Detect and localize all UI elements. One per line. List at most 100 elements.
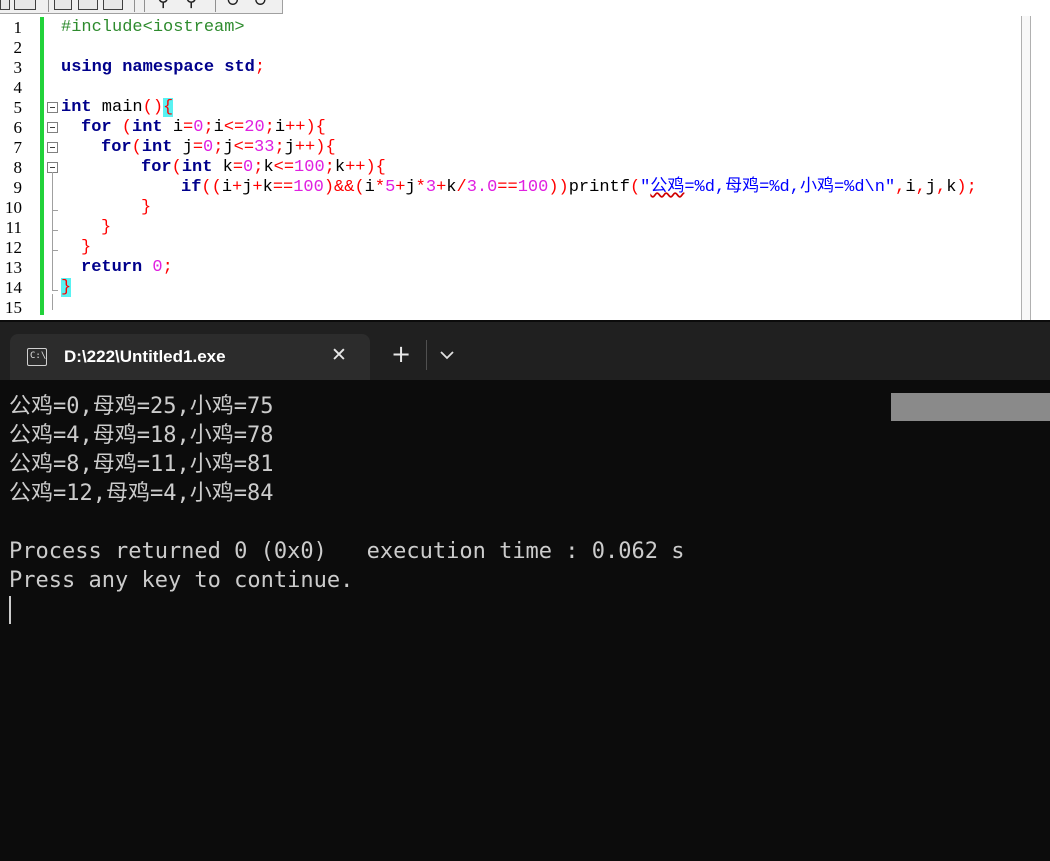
code-line-8[interactable]: for(int k=0;k<=100;k++){ [141, 158, 386, 178]
line-number: 5 [13, 98, 23, 117]
paste-icon[interactable] [103, 0, 123, 10]
operator: ; [274, 138, 285, 157]
keyword: using [61, 58, 113, 77]
operator: ( [111, 118, 133, 137]
terminal-scrollbar-thumb[interactable] [891, 393, 1050, 421]
operator: * [374, 178, 386, 197]
tab-separator [426, 340, 427, 370]
code-editor[interactable]: ⚲ ⚲ ↺ ↻ 1 2 3 4 5 6 7 8 9 10 11 12 13 14… [0, 0, 1050, 320]
new-tab-button[interactable]: + [390, 342, 412, 366]
fold-end-marker [52, 210, 58, 211]
keyword: if [181, 178, 202, 197]
code-line-14[interactable]: } [61, 278, 72, 298]
keyword: for [141, 158, 172, 177]
preprocessor-directive: #include<iostream> [61, 18, 245, 37]
find-replace-icon[interactable]: ⚲ [185, 0, 197, 10]
operator: <= [273, 158, 295, 177]
closing-brace: } [141, 198, 152, 217]
identifier: k [263, 158, 274, 177]
identifier: j [242, 178, 253, 197]
operator: == [497, 178, 518, 197]
string-literal: " [640, 178, 651, 197]
matched-brace: } [61, 278, 72, 297]
line-number: 7 [13, 138, 23, 157]
operator: , [915, 178, 926, 197]
operator: ++){ [294, 138, 336, 157]
line-number: 3 [13, 58, 23, 77]
keyword: int [61, 98, 92, 117]
identifier: i [905, 178, 916, 197]
closing-brace: } [81, 238, 92, 257]
operator: + [252, 178, 263, 197]
code-line-11[interactable]: } [101, 218, 111, 238]
chevron-down-icon[interactable] [436, 344, 458, 366]
operator: )&&( [323, 178, 365, 197]
line-number: 6 [13, 118, 23, 137]
identifier: k [446, 178, 457, 197]
close-tab-button[interactable]: ✕ [328, 344, 350, 366]
operator: ; [253, 158, 264, 177]
code-line-6[interactable]: for (int i=0;i<=20;i++){ [81, 118, 326, 138]
changed-lines-marker [40, 17, 44, 315]
operator: () [142, 98, 164, 117]
operator: ( [131, 138, 142, 157]
identifier: k [334, 158, 346, 177]
line-number: 13 [5, 258, 22, 277]
matched-brace: { [163, 98, 174, 117]
copy-icon[interactable] [78, 0, 98, 10]
find-icon[interactable]: ⚲ [157, 0, 169, 10]
identifier: j [284, 138, 295, 157]
keyword: int [181, 158, 213, 177]
toolbar-separator [144, 0, 145, 12]
undo-icon[interactable]: ↺ [226, 0, 240, 10]
code-line-12[interactable]: } [81, 238, 91, 258]
number: 33 [254, 138, 275, 157]
fold-toggle-icon[interactable] [47, 142, 58, 153]
line-number: 4 [13, 78, 23, 97]
identifier: i [274, 118, 286, 137]
line-number: 2 [13, 38, 23, 57]
code-line-7[interactable]: for(int j=0;j<=33;j++){ [101, 138, 336, 158]
operator: , [935, 178, 947, 197]
code-line-10[interactable]: } [141, 198, 151, 218]
fold-guide-line [52, 294, 53, 310]
identifier: i [213, 118, 224, 137]
identifier: j [925, 178, 936, 197]
code-line-13[interactable]: return 0; [81, 258, 173, 278]
operator: ( [171, 158, 182, 177]
operator: ; [203, 118, 214, 137]
operator: )) [548, 178, 569, 197]
editor-vertical-scrollbar[interactable] [1021, 16, 1031, 320]
terminal-tab[interactable]: C:\ D:\222\Untitled1.exe ✕ [10, 334, 370, 380]
toolbar-button[interactable] [0, 0, 10, 10]
operator: + [232, 178, 243, 197]
keyword: std [224, 58, 255, 77]
fold-end-marker [52, 250, 58, 251]
fold-toggle-icon[interactable] [47, 102, 58, 113]
line-number-gutter: 1 2 3 4 5 6 7 8 9 10 11 12 13 14 15 [0, 16, 42, 320]
operator: (( [201, 178, 222, 197]
code-line-5[interactable]: int main(){ [61, 98, 174, 118]
number: 0 [152, 258, 163, 277]
fold-toggle-icon[interactable] [47, 122, 58, 133]
function-call: printf [568, 178, 630, 197]
spellcheck-word: 公鸡 [650, 178, 685, 197]
operator: ( [629, 178, 641, 197]
identifier: j [405, 178, 416, 197]
number: 3 [425, 178, 437, 197]
identifier: main [91, 98, 143, 117]
identifier: k [212, 158, 233, 177]
code-line-9[interactable]: if((i+j+k==100)&&(i*5+j*3+k/3.0==100))pr… [181, 178, 977, 198]
code-line-3[interactable]: using namespace std; [61, 58, 265, 78]
number: 20 [244, 118, 265, 137]
cut-icon[interactable] [54, 0, 72, 10]
fold-guide-line [52, 172, 53, 290]
terminal-window[interactable]: C:\ D:\222\Untitled1.exe ✕ + 公鸡=0,母鸡=25,… [0, 322, 1050, 861]
save-icon[interactable] [14, 0, 36, 10]
operator: / [456, 178, 467, 197]
operator: == [272, 178, 294, 197]
code-line-1[interactable]: #include<iostream> [61, 18, 245, 38]
operator: + [436, 178, 447, 197]
operator: ++){ [345, 158, 386, 177]
redo-icon[interactable]: ↻ [253, 0, 267, 10]
